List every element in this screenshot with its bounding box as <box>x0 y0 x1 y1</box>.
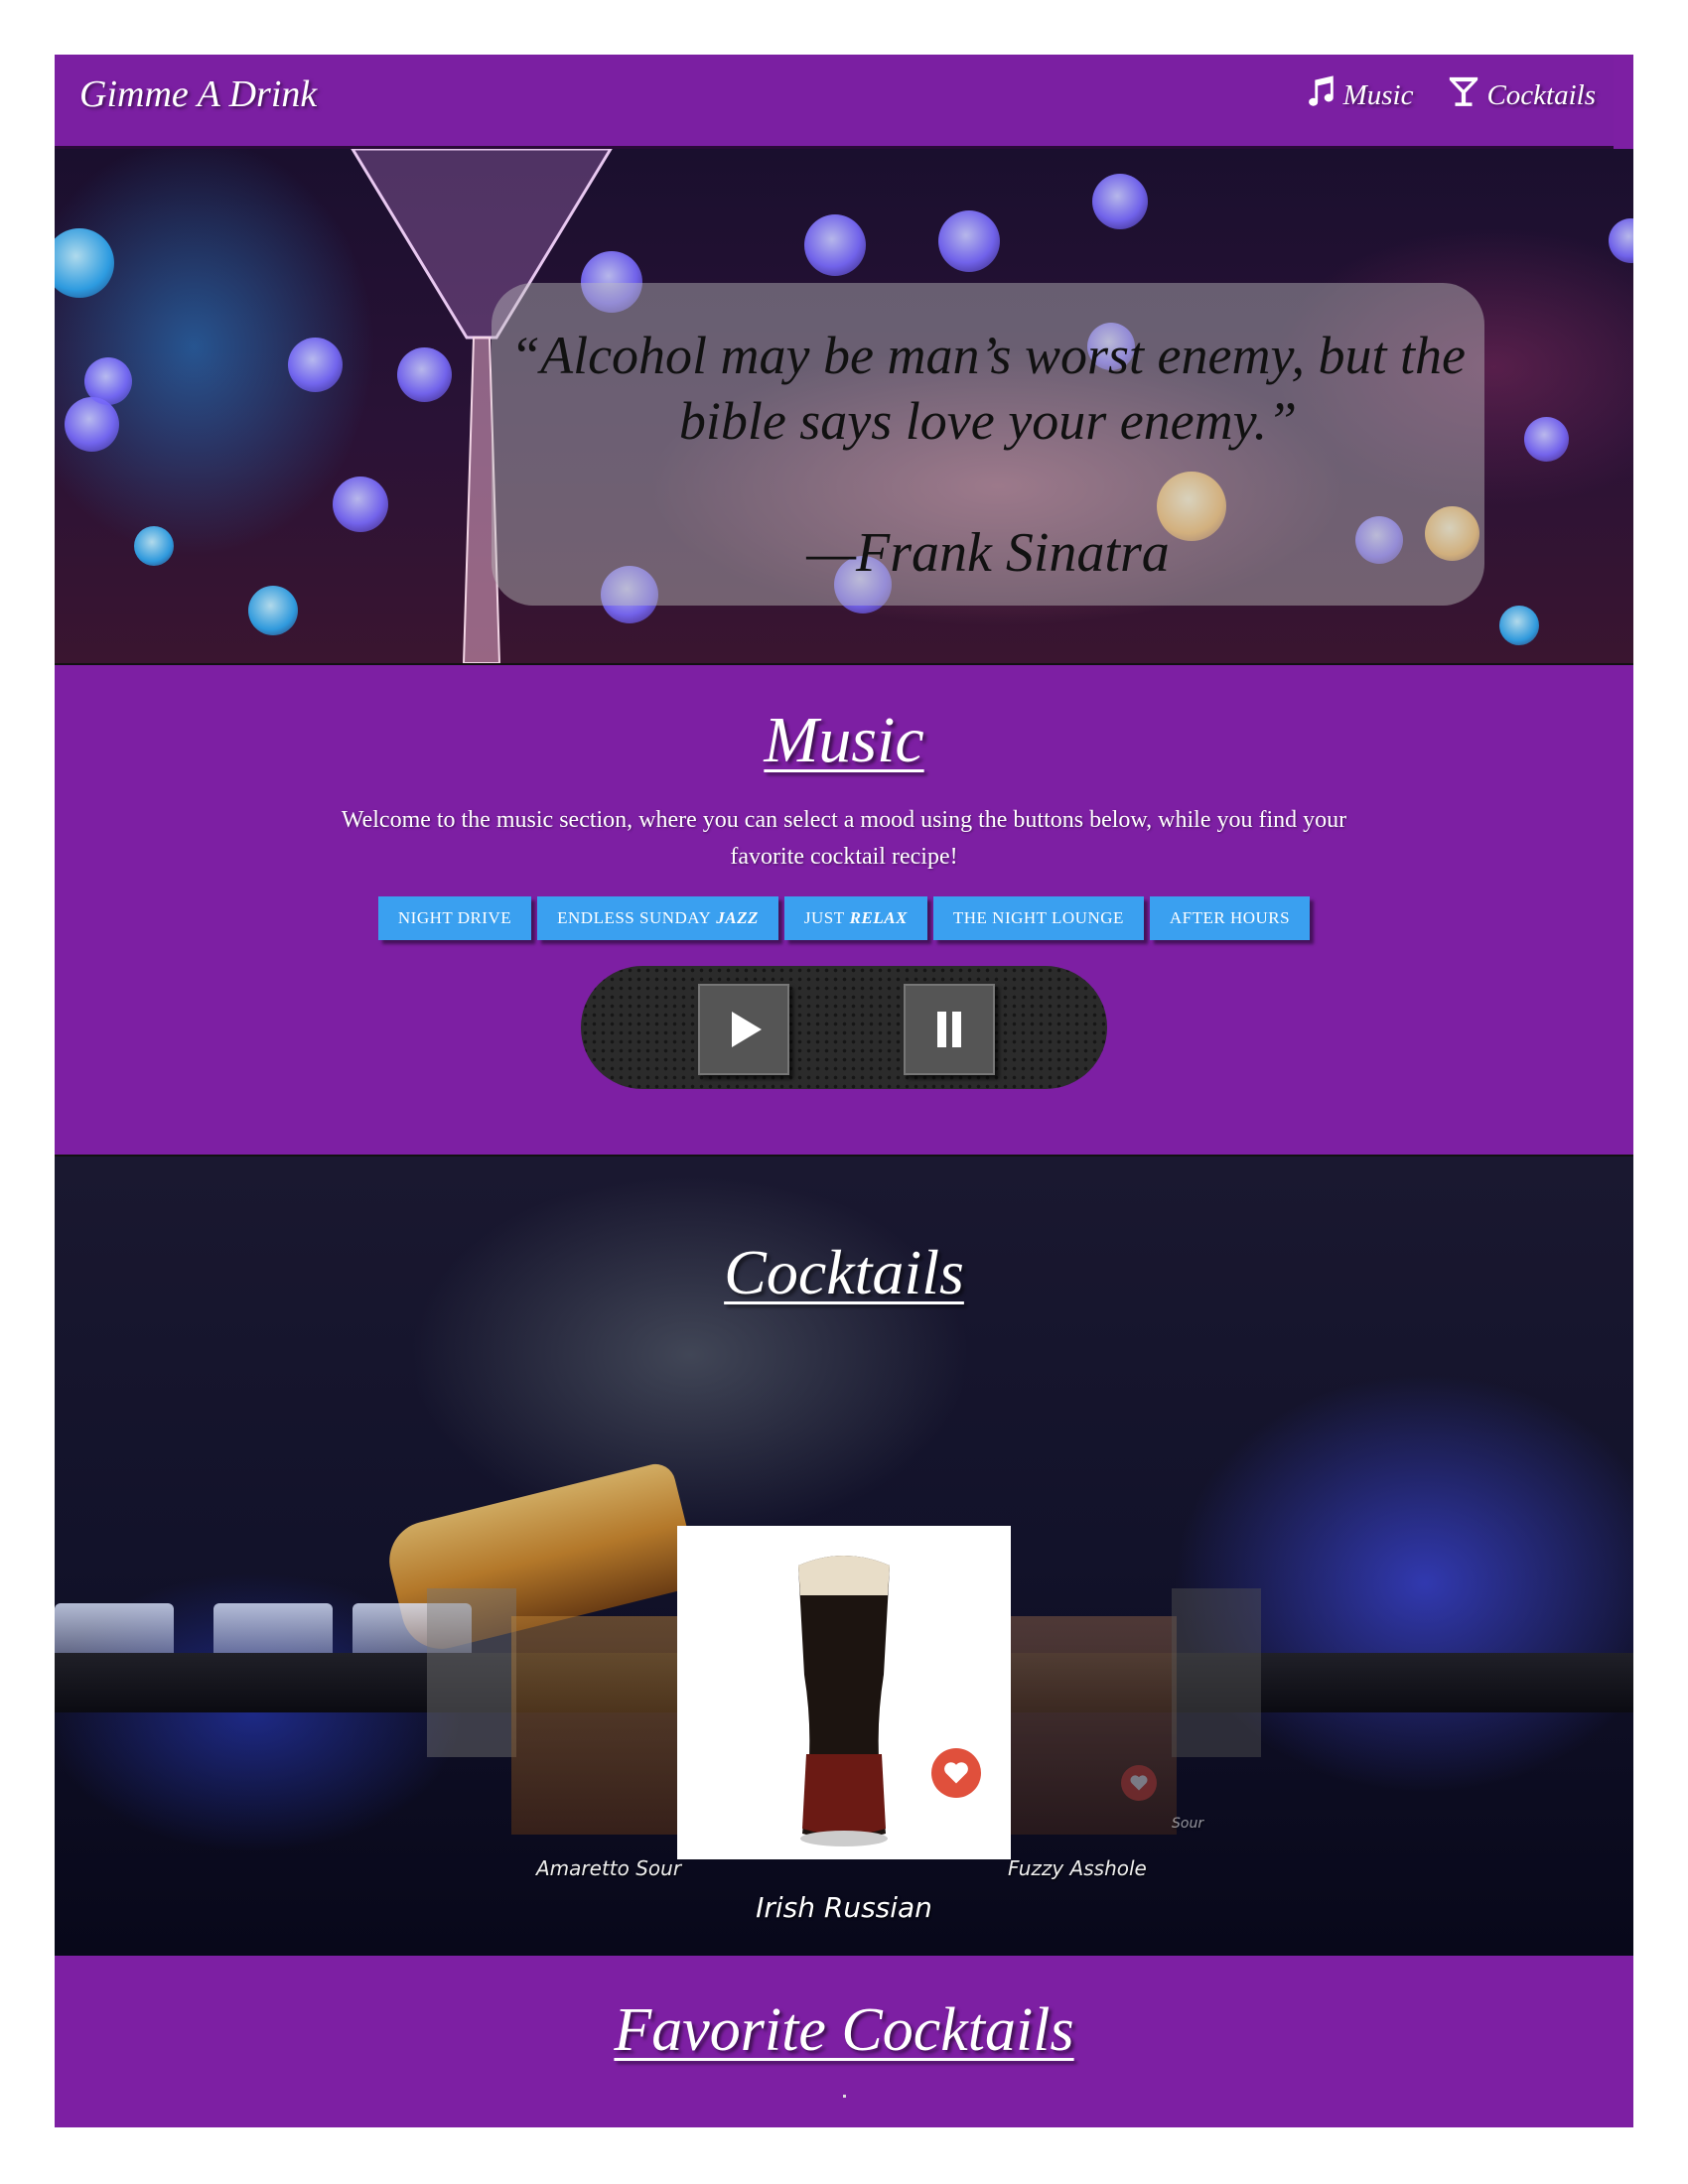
navbar: Gimme A Drink Music Cocktails <box>55 55 1614 149</box>
pause-button[interactable] <box>904 984 995 1075</box>
carousel-card-far-right[interactable] <box>1172 1588 1261 1757</box>
mood-button-night-drive[interactable]: NIGHT DRIVE <box>377 896 532 940</box>
carousel-card-label-far-right: Sour <box>1172 1816 1204 1832</box>
favorites-title: Favorite Cocktails <box>614 1996 1074 2064</box>
mood-button-after-hours[interactable]: AFTER HOURS <box>1149 896 1311 940</box>
page: Gimme A Drink Music Cocktails “Alcohol m… <box>55 55 1633 2127</box>
carousel-card-fuzzy-asshole[interactable] <box>1008 1616 1177 1835</box>
music-note-icon <box>1304 74 1337 116</box>
nav-link-music[interactable]: Music <box>1304 74 1414 116</box>
cocktails-section: Cocktails Amaretto Sour Fuzzy Asshole So… <box>55 1155 1633 1956</box>
heart-icon <box>1130 1775 1148 1791</box>
favorites-section: Favorite Cocktails <box>55 1956 1633 2127</box>
mood-button-endless-sunday-jazz[interactable]: ENDLESS SUNDAY JAZZ <box>537 896 778 940</box>
bokeh-light <box>55 228 114 298</box>
brand-logo[interactable]: Gimme A Drink <box>79 72 317 116</box>
nav-links: Music Cocktails <box>1304 74 1596 116</box>
favorites-empty-placeholder <box>843 2095 846 2098</box>
carousel-card-far-left[interactable] <box>427 1588 516 1757</box>
music-player <box>581 966 1107 1089</box>
mood-button-label: JUST <box>803 908 845 927</box>
mood-button-just-relax[interactable]: JUST RELAX <box>783 896 927 940</box>
mood-button-label: AFTER HOURS <box>1169 908 1291 927</box>
play-icon <box>732 1012 762 1047</box>
carousel-card-amaretto-sour[interactable] <box>511 1616 700 1835</box>
mood-button-label: THE NIGHT LOUNGE <box>952 908 1124 927</box>
mood-button-emphasis: JAZZ <box>716 908 759 927</box>
music-section: Music Welcome to the music section, wher… <box>55 665 1633 1206</box>
mood-button-the-night-lounge[interactable]: THE NIGHT LOUNGE <box>932 896 1144 940</box>
carousel-card-label-left: Amaretto Sour <box>536 1856 682 1880</box>
beer-glass-image <box>798 1556 890 1846</box>
nav-link-cocktails[interactable]: Cocktails <box>1447 74 1596 116</box>
quote-author: —Frank Sinatra <box>806 522 1170 584</box>
pause-icon <box>937 1012 961 1047</box>
favorite-heart-button[interactable] <box>931 1748 981 1798</box>
mood-button-emphasis: RELAX <box>849 908 908 927</box>
heart-icon <box>944 1762 968 1784</box>
favorite-heart-button[interactable] <box>1121 1765 1157 1801</box>
play-button[interactable] <box>698 984 789 1075</box>
music-description: Welcome to the music section, where you … <box>341 807 1347 870</box>
carousel-card-irish-russian[interactable] <box>677 1526 1011 1859</box>
cocktail-glass-icon <box>1447 74 1480 116</box>
carousel-card-label-right: Fuzzy Asshole <box>1008 1856 1147 1880</box>
quote-box: “Alcohol may be man’s worst enemy, but t… <box>492 283 1484 606</box>
cocktails-title: Cocktails <box>724 1237 964 1307</box>
mood-button-row: NIGHT DRIVE ENDLESS SUNDAY JAZZ JUST RELAX… <box>55 896 1633 940</box>
mood-button-label: ENDLESS SUNDAY <box>557 908 712 927</box>
quote-text: “Alcohol may be man’s worst enemy, but t… <box>510 326 1466 451</box>
hero-banner: “Alcohol may be man’s worst enemy, but t… <box>55 149 1633 665</box>
nav-link-cocktails-label: Cocktails <box>1486 78 1596 111</box>
mood-button-label: NIGHT DRIVE <box>397 908 512 927</box>
nav-link-music-label: Music <box>1342 78 1414 111</box>
music-title: Music <box>764 704 924 776</box>
carousel-card-label-active: Irish Russian <box>756 1891 932 1924</box>
